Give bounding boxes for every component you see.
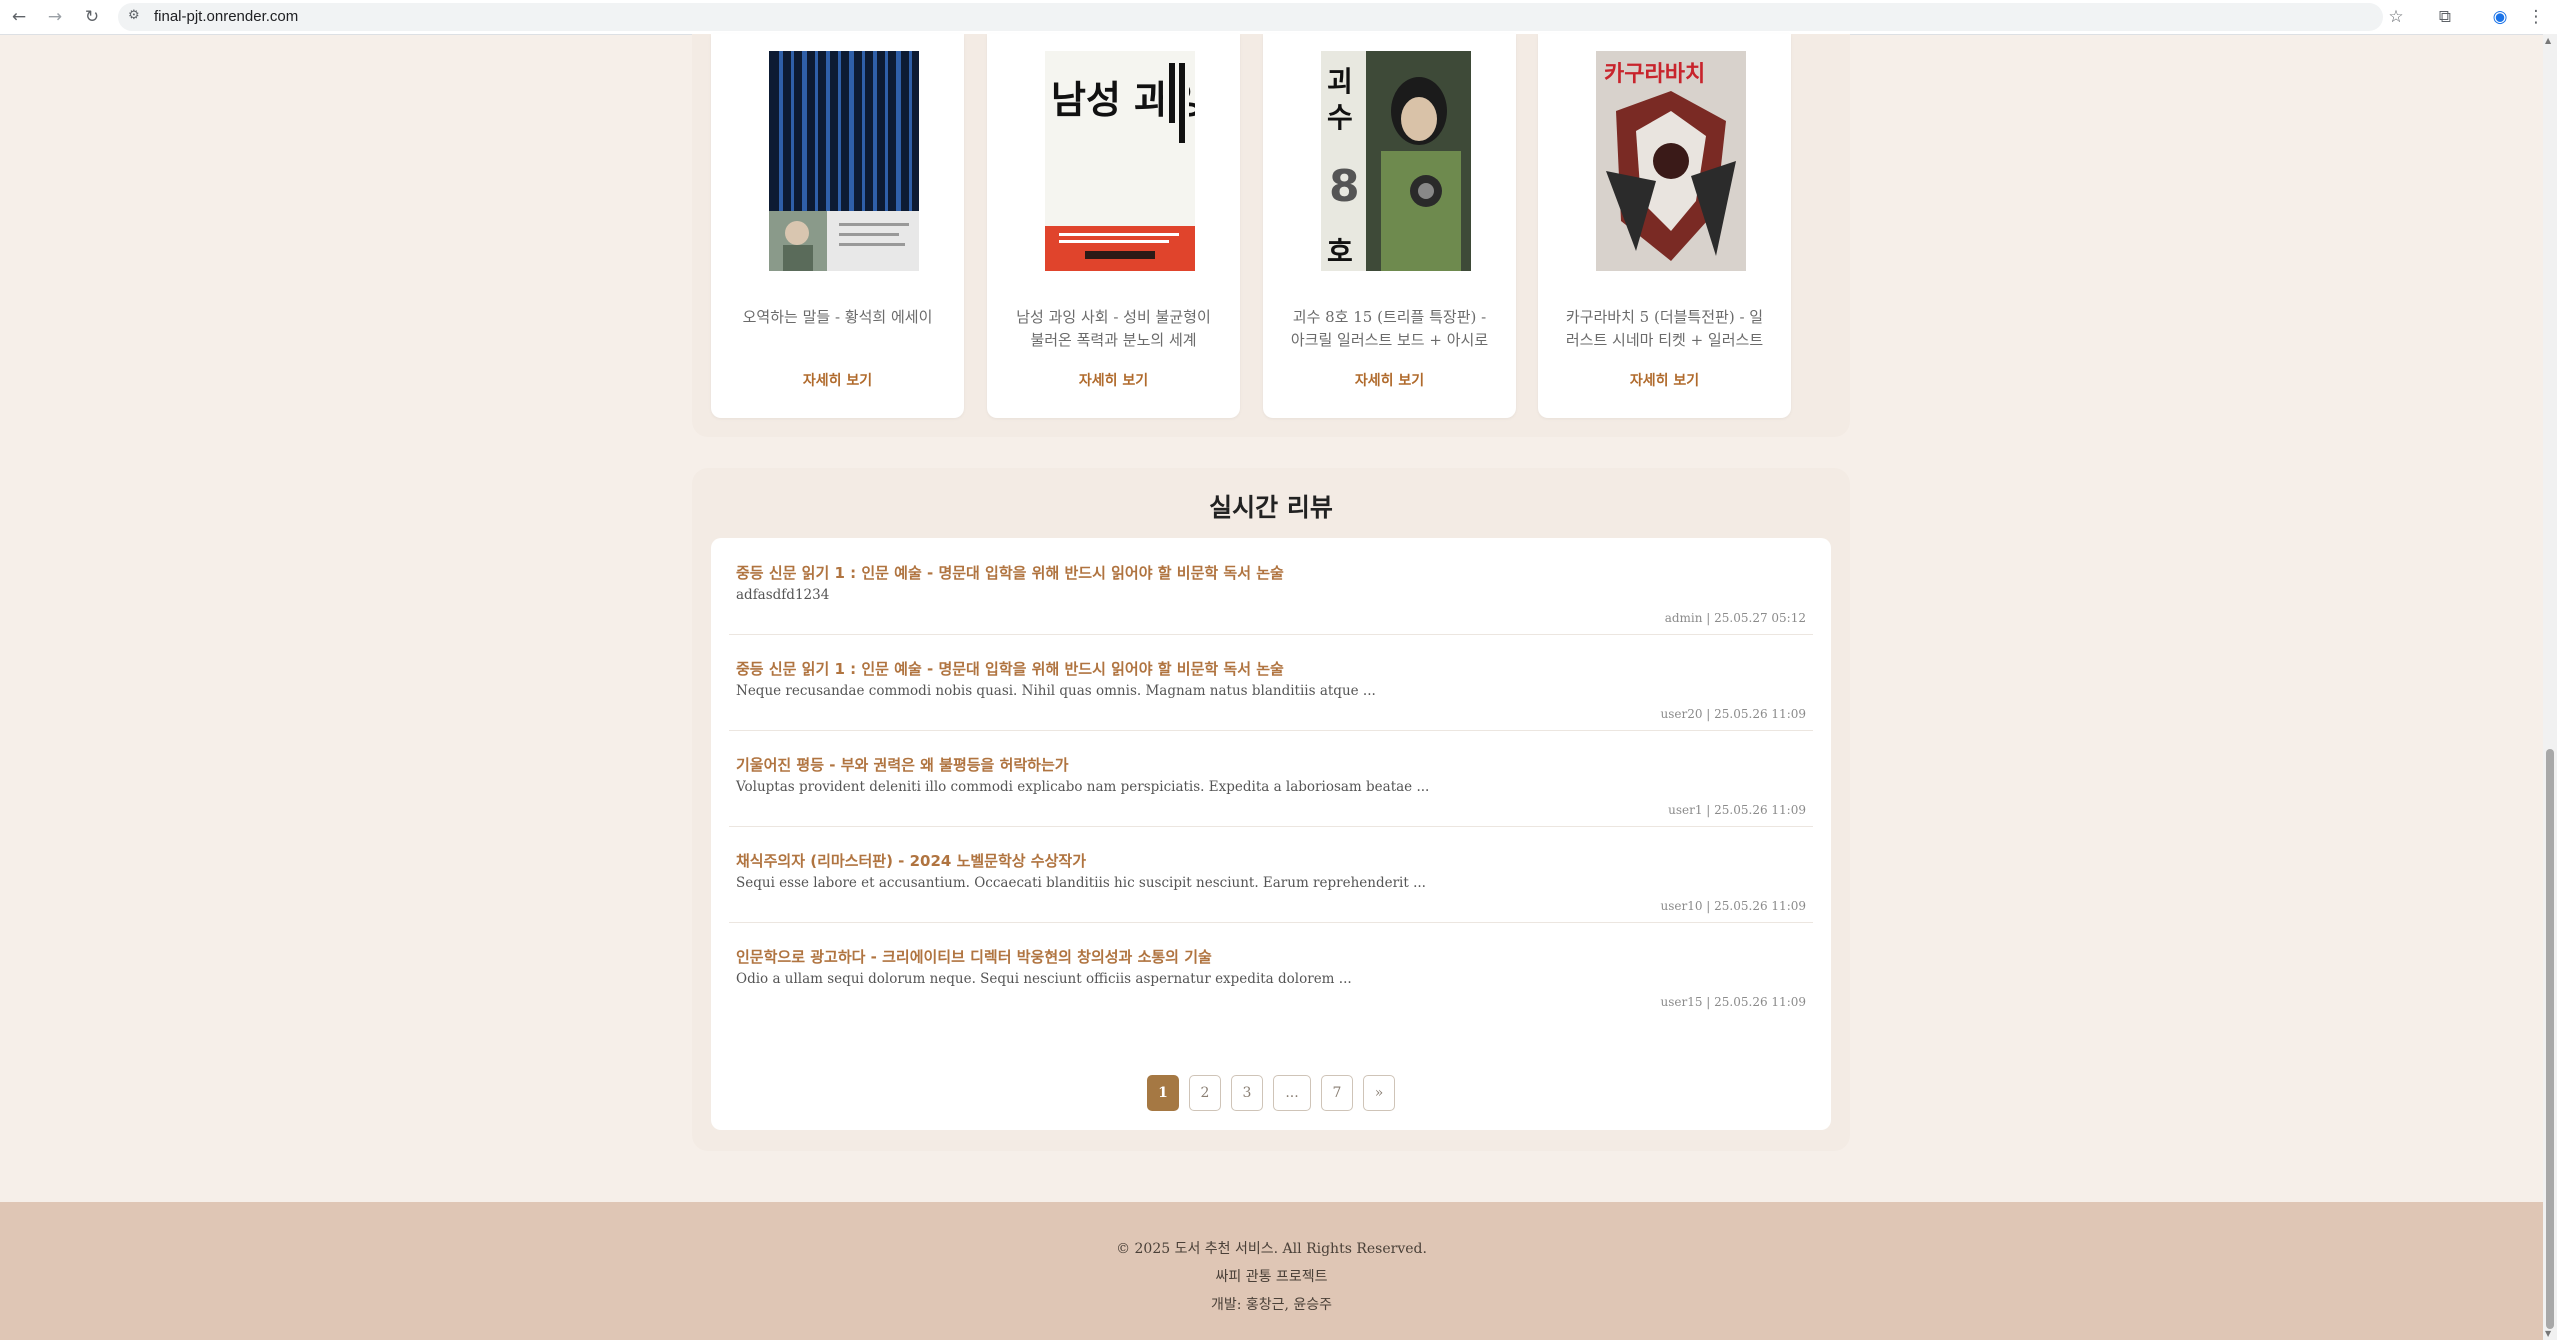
book-detail-link[interactable]: 자세히 보기 [987,370,1240,390]
url-text[interactable]: final-pjt.onrender.com [154,8,298,25]
cover-title-text: 카구라바치 [1604,62,1705,87]
review-item[interactable]: 중등 신문 읽기 1 : 인문 예술 - 명문대 입학을 위해 반드시 읽어야 … [729,634,1813,731]
book-cover-image[interactable] [769,51,919,271]
next-page-button[interactable]: » [1363,1075,1395,1111]
scrollbar-thumb[interactable] [2546,749,2554,1329]
book-card[interactable]: 남성 과잉 사회 남성 과잉 사회 - 성비 불균형이 불러온 폭력과 분노의 … [987,34,1240,418]
pagination: 1 2 3 ... 7 » [711,1075,1831,1111]
review-meta: admin | 25.05.27 05:12 [1664,611,1806,625]
book-card[interactable]: 카구라바치 카구라바치 5 (더블특전판) - 일러스트 시네마 티켓 + 일러… [1538,34,1791,418]
browser-toolbar: ← → ↻ ⚙ final-pjt.onrender.com ☆ ⧉ ◉ ⋮ [0,0,2557,35]
footer: © 2025 도서 추천 서비스. All Rights Reserved. 싸… [0,1202,2543,1340]
section-title: 실시간 리뷰 [1209,493,1333,522]
review-meta: user15 | 25.05.26 11:09 [1660,995,1807,1009]
review-item[interactable]: 인문학으로 광고하다 - 크리에이티브 디렉터 박웅현의 창의성과 소통의 기술… [729,922,1813,1018]
scroll-up-arrow-icon[interactable]: ▲ [2545,36,2551,45]
extensions-icon[interactable]: ⧉ [2433,5,2457,29]
svg-text:호: 호 [1327,235,1353,268]
reload-icon[interactable]: ↻ [80,5,104,29]
review-content: adfasdfd1234 [736,587,830,603]
address-bar[interactable]: ⚙ final-pjt.onrender.com [118,3,2383,31]
menu-kebab-icon[interactable]: ⋮ [2524,5,2548,29]
review-book-title[interactable]: 인문학으로 광고하다 - 크리에이티브 디렉터 박웅현의 창의성과 소통의 기술 [736,946,1212,967]
book-cover-image[interactable]: 남성 과잉 사회 [1045,51,1195,271]
site-info-icon[interactable]: ⚙ [128,8,140,23]
review-meta: user10 | 25.05.26 11:09 [1660,899,1807,913]
book-title[interactable]: 카구라바치 5 (더블특전판) - 일러스트 시네마 티켓 + 일러스트 PP … [1560,306,1769,354]
review-content: Sequi esse labore et accusantium. Occaec… [736,875,1426,891]
page-button-2[interactable]: 2 [1189,1075,1221,1111]
book-cover-image[interactable]: 괴 수 8 호 [1321,51,1471,271]
page-button-7[interactable]: 7 [1321,1075,1353,1111]
review-list: 중등 신문 읽기 1 : 인문 예술 - 명문대 입학을 위해 반드시 읽어야 … [711,538,1831,1130]
realtime-reviews-section: 실시간 리뷰 중등 신문 읽기 1 : 인문 예술 - 명문대 입학을 위해 반… [692,468,1850,1151]
review-book-title[interactable]: 기울어진 평등 - 부와 권력은 왜 불평등을 허락하는가 [736,754,1069,775]
book-card[interactable]: 오역하는 말들 - 황석희 에세이 자세히 보기 [711,34,964,418]
book-detail-link[interactable]: 자세히 보기 [1538,370,1791,390]
review-book-title[interactable]: 채식주의자 (리마스터판) - 2024 노벨문학상 수상작가 [736,850,1086,871]
review-item[interactable]: 채식주의자 (리마스터판) - 2024 노벨문학상 수상작가 Sequi es… [729,826,1813,923]
book-detail-link[interactable]: 자세히 보기 [711,370,964,390]
footer-project: 싸피 관통 프로젝트 [1215,1269,1328,1285]
book-title[interactable]: 오역하는 말들 - 황석희 에세이 [733,306,942,354]
book-detail-link[interactable]: 자세히 보기 [1263,370,1516,390]
profile-icon[interactable]: ◉ [2488,5,2512,29]
footer-copyright: © 2025 도서 추천 서비스. All Rights Reserved. [1116,1241,1427,1257]
review-item[interactable]: 기울어진 평등 - 부와 권력은 왜 불평등을 허락하는가 Voluptas p… [729,730,1813,827]
review-content: Neque recusandae commodi nobis quasi. Ni… [736,683,1376,699]
book-card[interactable]: 괴 수 8 호 괴수 8호 15 (트리플 특장판) - 아크릴 일러스트 보드… [1263,34,1516,418]
svg-text:수: 수 [1327,101,1353,134]
page-button-3[interactable]: 3 [1231,1075,1263,1111]
bookmark-star-icon[interactable]: ☆ [2384,5,2408,29]
review-content: Voluptas provident deleniti illo commodi… [736,779,1430,795]
page-ellipsis: ... [1273,1075,1311,1111]
book-title[interactable]: 남성 과잉 사회 - 성비 불균형이 불러온 폭력과 분노의 세계 [1009,306,1218,354]
review-meta: user1 | 25.05.26 11:09 [1668,803,1806,817]
forward-arrow-icon[interactable]: → [43,5,67,29]
book-title[interactable]: 괴수 8호 15 (트리플 특장판) - 아크릴 일러스트 보드 + 아시로 미… [1285,306,1494,354]
page-scrollbar[interactable]: ▲ ▼ [2543,34,2557,1340]
footer-developers: 개발: 홍창근, 윤승주 [1210,1297,1333,1313]
review-book-title[interactable]: 중등 신문 읽기 1 : 인문 예술 - 명문대 입학을 위해 반드시 읽어야 … [736,562,1284,583]
svg-text:8: 8 [1329,161,1360,212]
review-book-title[interactable]: 중등 신문 읽기 1 : 인문 예술 - 명문대 입학을 위해 반드시 읽어야 … [736,658,1284,679]
page-button-1[interactable]: 1 [1147,1075,1179,1111]
back-arrow-icon[interactable]: ← [7,5,31,29]
scroll-down-arrow-icon[interactable]: ▼ [2545,1329,2551,1338]
review-item[interactable]: 중등 신문 읽기 1 : 인문 예술 - 명문대 입학을 위해 반드시 읽어야 … [729,538,1813,635]
book-list-section: 오역하는 말들 - 황석희 에세이 자세히 보기 남성 과잉 사회 남성 과잉 … [692,34,1850,437]
review-content: Odio a ullam sequi dolorum neque. Sequi … [736,971,1352,987]
book-cover-image[interactable]: 카구라바치 [1596,51,1746,271]
svg-text:괴: 괴 [1327,65,1353,98]
review-meta: user20 | 25.05.26 11:09 [1660,707,1807,721]
